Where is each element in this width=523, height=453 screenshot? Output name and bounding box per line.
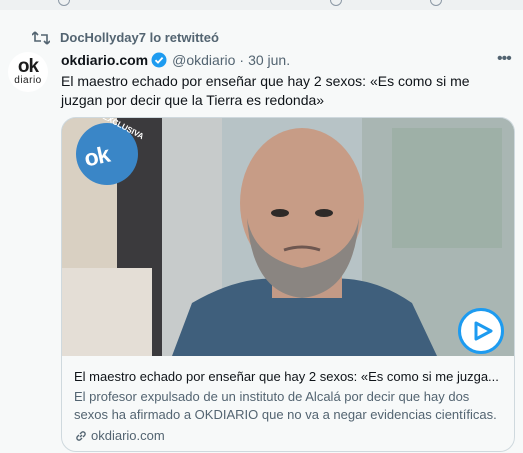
play-icon — [474, 321, 493, 341]
retweet-icon — [32, 30, 50, 45]
more-icon[interactable]: ••• — [497, 50, 512, 68]
separator: · — [239, 52, 245, 68]
avatar-logo-subtext: diario — [14, 75, 42, 86]
card-text: El maestro echado por enseñar que hay 2 … — [62, 356, 514, 445]
action-icon[interactable] — [330, 0, 342, 6]
link-card[interactable]: EXCLUSIVA ok El maestro echado por enseñ… — [61, 117, 515, 452]
card-title: El maestro echado por enseñar que hay 2 … — [74, 369, 499, 384]
handle[interactable]: @okdiario — [172, 52, 235, 68]
retweet-context[interactable]: DocHollyday7 lo retwitteó — [32, 30, 219, 45]
badge-logo: ok — [81, 140, 112, 172]
tweet-date[interactable]: 30 jun. — [248, 52, 290, 68]
action-icon[interactable] — [430, 0, 442, 6]
tweet-header: okdiario.com @okdiario · 30 jun. — [61, 52, 290, 68]
action-icon[interactable] — [58, 0, 70, 6]
play-button[interactable] — [458, 308, 504, 354]
tweet-text: El maestro echado por enseñar que hay 2 … — [61, 73, 470, 108]
verified-badge-icon — [151, 52, 167, 68]
display-name[interactable]: okdiario.com — [61, 52, 148, 68]
card-domain-label: okdiario.com — [91, 428, 165, 443]
retweet-label: DocHollyday7 lo retwitteó — [60, 30, 219, 45]
previous-tweet-action-bar — [0, 0, 523, 10]
link-icon — [76, 431, 86, 441]
avatar-logo: ok — [17, 56, 39, 77]
avatar[interactable]: ok diario — [8, 52, 48, 92]
card-domain: okdiario.com — [74, 427, 502, 445]
card-description: El profesor expulsado de un instituto de… — [74, 389, 497, 422]
card-video-thumbnail[interactable]: EXCLUSIVA ok — [62, 118, 514, 356]
